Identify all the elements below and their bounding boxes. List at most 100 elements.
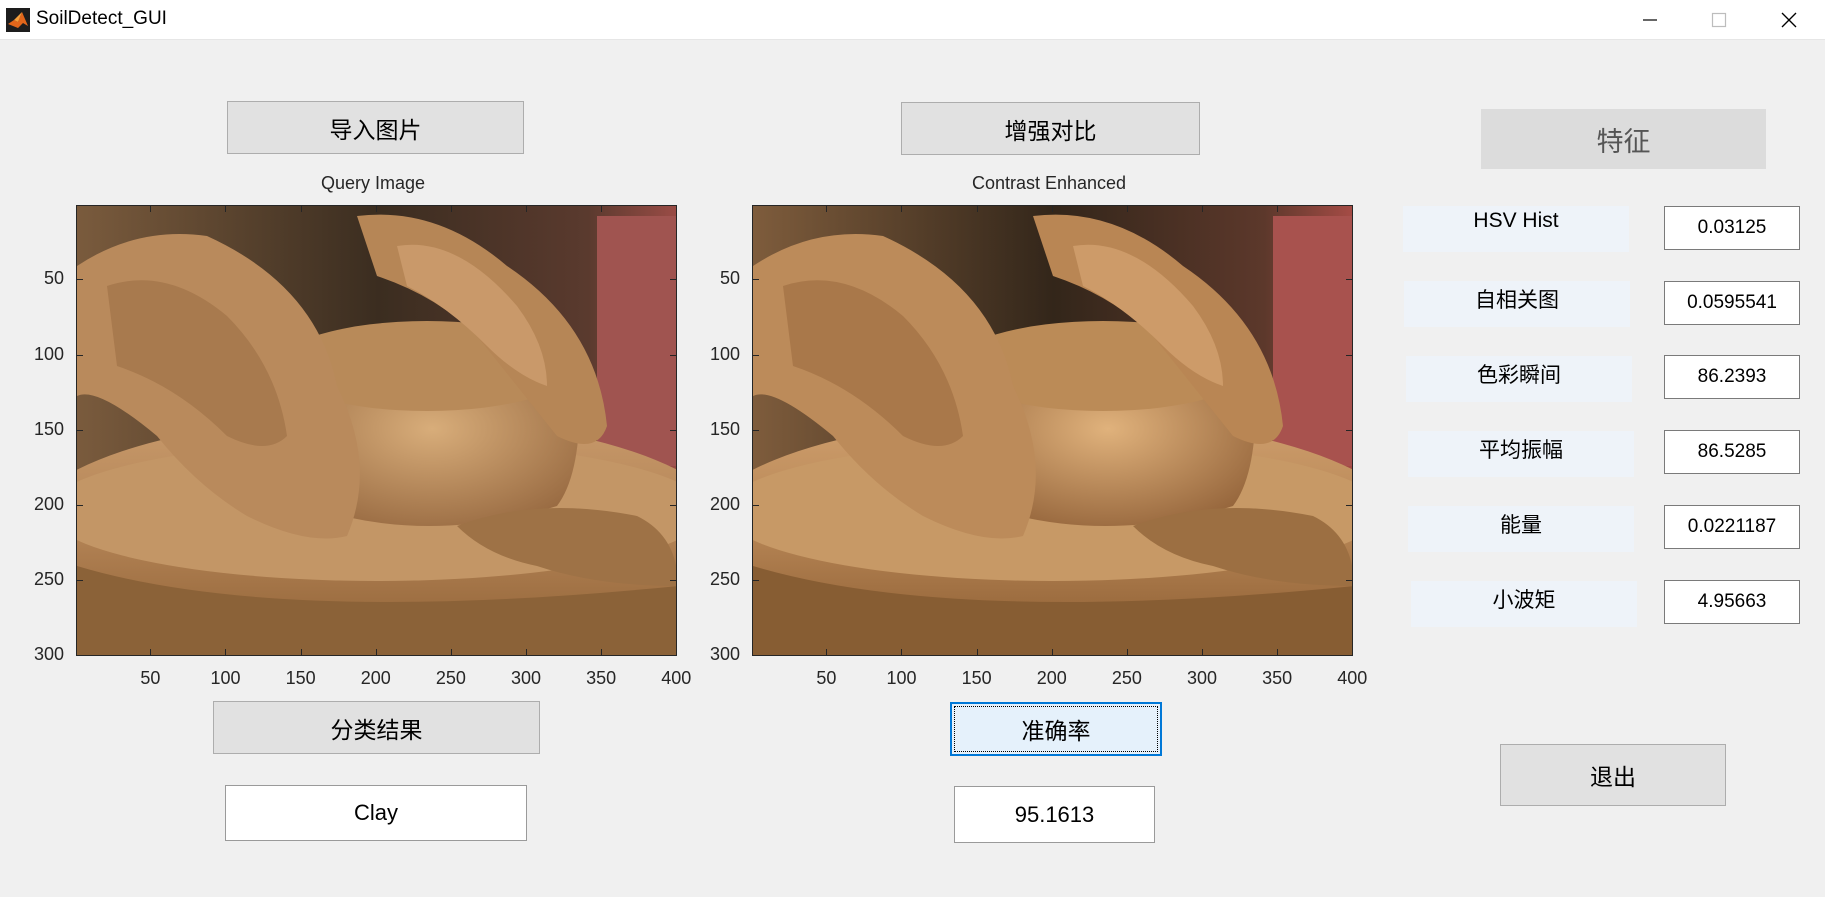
window-title: SoilDetect_GUI [36,8,167,29]
x-tick-mark [601,649,603,656]
features-header: 特征 [1481,109,1766,169]
x-tick-mark [1201,649,1203,656]
feature-value-hsv-hist: 0.03125 [1664,206,1800,250]
x-tick-mark [826,205,828,212]
pottery-clay-image [753,206,1352,655]
matlab-logo-icon [6,8,30,32]
x-tick-mark [225,205,227,212]
x-tick-mark [1126,649,1128,656]
y-tick-label: 100 [709,343,740,364]
x-tick-mark [1352,205,1354,212]
x-tick-mark [826,649,828,656]
x-tick-mark [1051,649,1053,656]
x-tick-mark [901,205,903,212]
y-tick-mark [752,580,759,582]
query-image [76,205,677,656]
x-tick-mark [450,205,452,212]
y-tick-mark [1346,655,1353,657]
feature-value-energy: 0.0221187 [1664,505,1800,549]
x-tick-mark [150,205,152,212]
pottery-clay-image [77,206,676,655]
y-tick-mark [1346,504,1353,506]
x-tick-label: 50 [816,668,837,688]
y-tick-mark [670,655,677,657]
feature-label-autocorrelogram: 自相关图 [1404,281,1630,327]
x-tick-mark [300,205,302,212]
x-tick-label: 400 [1337,668,1368,688]
x-tick-mark [150,649,152,656]
enhance-contrast-button[interactable]: 增强对比 [901,102,1200,155]
y-tick-mark [1346,429,1353,431]
accuracy-result-field: 95.1613 [954,786,1155,843]
y-tick-mark [752,429,759,431]
x-tick-mark [1277,205,1279,212]
y-tick-mark [1346,580,1353,582]
classification-result-button[interactable]: 分类结果 [213,701,540,754]
axes-title: Contrast Enhanced [971,173,1127,193]
feature-value-autocorrelogram: 0.0595541 [1664,281,1800,325]
x-tick-label: 300 [1186,668,1218,688]
axes-title: Query Image [320,173,426,193]
y-tick-mark [752,279,759,281]
y-tick-mark [670,279,677,281]
y-tick-label: 250 [33,569,64,590]
y-tick-mark [670,580,677,582]
accuracy-button[interactable]: 准确率 [950,702,1162,756]
x-tick-label: 100 [886,668,917,688]
y-tick-label: 100 [33,343,64,364]
x-tick-label: 250 [1111,668,1142,688]
y-tick-label: 250 [709,569,740,590]
y-tick-label: 200 [33,493,64,514]
import-image-button[interactable]: 导入图片 [227,101,524,154]
x-tick-label: 350 [1262,668,1293,688]
feature-label-mean-amplitude: 平均振幅 [1408,431,1634,477]
feature-value-mean-amplitude: 86.5285 [1664,430,1800,474]
y-tick-mark [76,429,83,431]
x-tick-mark [375,205,377,212]
x-tick-label: 100 [210,668,241,688]
contrast-enhanced-image [752,205,1353,656]
feature-value-wavelet-moments: 4.95663 [1664,580,1800,624]
y-tick-mark [76,504,83,506]
x-tick-mark [976,205,978,212]
x-tick-mark [1126,205,1128,212]
x-tick-label: 350 [586,668,617,688]
x-tick-mark [1051,205,1053,212]
minimize-button[interactable] [1615,0,1685,39]
x-tick-label: 50 [140,668,161,688]
feature-label-hsv-hist: HSV Hist [1403,206,1629,252]
x-tick-mark [450,649,452,656]
x-tick-mark [976,649,978,656]
feature-value-color-moments: 86.2393 [1664,355,1800,399]
y-tick-mark [670,354,677,356]
y-tick-label: 50 [43,268,64,289]
maximize-icon [1711,12,1727,28]
x-tick-label: 200 [360,668,391,688]
y-tick-mark [752,504,759,506]
close-window-button[interactable] [1754,0,1824,39]
app-window: SoilDetect_GUI 导入图片 增强对比 特征 Query Image [0,0,1825,897]
x-tick-label: 150 [285,668,316,688]
y-tick-label: 50 [719,268,740,289]
y-tick-label: 200 [709,493,740,514]
x-tick-label: 250 [435,668,466,688]
y-tick-mark [1346,354,1353,356]
title-bar: SoilDetect_GUI [0,0,1825,40]
y-tick-label: 150 [709,418,740,439]
x-tick-mark [1277,649,1279,656]
x-tick-mark [901,649,903,656]
x-tick-mark [375,649,377,656]
y-tick-mark [670,429,677,431]
y-tick-label: 300 [709,644,740,665]
y-tick-label: 150 [33,418,64,439]
y-tick-mark [76,279,83,281]
y-tick-label: 300 [33,644,64,665]
x-tick-mark [525,649,527,656]
exit-button[interactable]: 退出 [1500,744,1726,806]
x-tick-mark [300,649,302,656]
maximize-button[interactable] [1684,0,1754,39]
y-tick-mark [76,580,83,582]
x-tick-label: 300 [510,668,542,688]
x-tick-mark [225,649,227,656]
y-tick-mark [76,354,83,356]
